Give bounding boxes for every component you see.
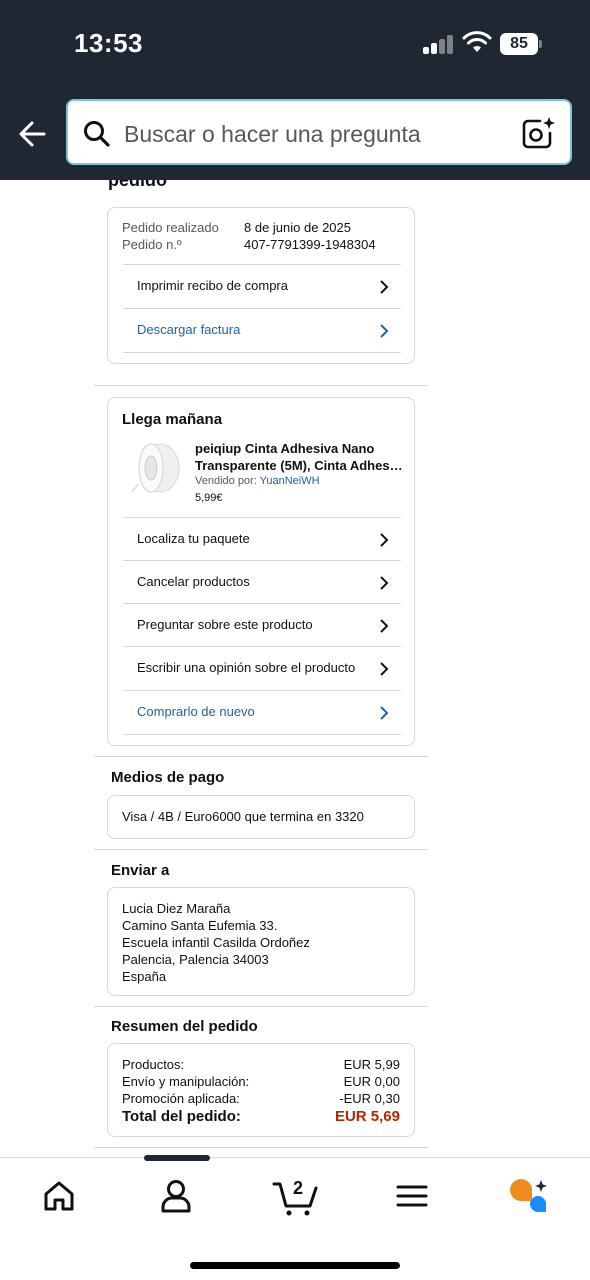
status-time: 13:53 <box>74 28 143 58</box>
chevron-right-icon <box>380 324 389 338</box>
chevron-right-icon <box>380 576 389 590</box>
card-divider <box>123 352 401 353</box>
address-name: Lucia Diez Maraña <box>122 901 231 916</box>
payment-method: Visa / 4B / Euro6000 que termina en 3320 <box>122 809 364 824</box>
summary-products-value: EUR 5,99 <box>343 1057 400 1072</box>
shipping-title: Enviar a <box>111 862 170 879</box>
summary-shipping-label: Envío y manipulación: <box>122 1074 250 1089</box>
home-icon[interactable] <box>39 1176 79 1216</box>
payment-card: Visa / 4B / Euro6000 que termina en 3320 <box>107 795 415 839</box>
cancel-items-link[interactable]: Cancelar productos <box>123 560 401 604</box>
chevron-right-icon <box>380 533 389 547</box>
section-divider <box>94 849 428 850</box>
cellular-signal-icon <box>423 34 453 54</box>
seller-info: Vendido por: YuanNeiWH <box>195 475 320 487</box>
chevron-right-icon <box>380 619 389 633</box>
cancel-items-label: Cancelar productos <box>137 574 250 589</box>
summary-promo-value: -EUR 0,30 <box>339 1091 400 1106</box>
write-review-link[interactable]: Escribir una opinión sobre el producto <box>123 646 401 690</box>
summary-total-value: EUR 5,69 <box>334 1108 400 1125</box>
track-package-label: Localiza tu paquete <box>137 531 250 546</box>
track-package-link[interactable]: Localiza tu paquete <box>123 517 401 561</box>
chevron-right-icon <box>380 662 389 676</box>
section-divider <box>94 1006 428 1007</box>
shipping-address-card: Lucia Diez Maraña Camino Santa Eufemia 3… <box>107 887 415 996</box>
chevron-right-icon <box>380 706 389 720</box>
wifi-icon <box>462 31 492 52</box>
chevron-right-icon <box>380 280 389 294</box>
order-date-value: 8 de junio de 2025 <box>244 220 351 235</box>
order-number-label: Pedido n.º <box>122 237 182 252</box>
camera-lens-icon[interactable] <box>520 115 556 151</box>
cart-count: 2 <box>293 1178 303 1198</box>
section-divider <box>94 385 428 386</box>
search-icon <box>84 121 110 147</box>
battery-indicator: 85 <box>500 33 538 55</box>
product-title[interactable]: peiqiup Cinta Adhesiva Nano Transparente… <box>195 440 403 474</box>
address-country: España <box>122 969 167 984</box>
buy-again-label: Comprarlo de nuevo <box>137 704 255 719</box>
search-input[interactable]: Buscar o hacer una pregunta <box>124 121 421 148</box>
summary-products-label: Productos: <box>122 1057 185 1072</box>
product-image[interactable] <box>130 440 186 496</box>
payment-title: Medios de pago <box>111 769 225 786</box>
summary-promo-label: Promoción aplicada: <box>122 1091 240 1106</box>
summary-promo-row: Promoción aplicada: -EUR 0,30 <box>122 1091 400 1106</box>
summary-products-row: Productos: EUR 5,99 <box>122 1057 400 1072</box>
shipment-card: Llega mañana peiqiup Cinta Adhesiva Nano… <box>107 397 415 746</box>
cart-icon[interactable]: 2 <box>272 1174 318 1218</box>
battery-tip <box>539 40 542 48</box>
order-info-card: Pedido realizado 8 de junio de 2025 Pedi… <box>107 207 415 364</box>
product-title-line1: peiqiup Cinta Adhesiva Nano <box>195 441 375 456</box>
address-city: Palencia, Palencia 34003 <box>122 952 269 967</box>
write-review-label: Escribir una opinión sobre el producto <box>137 660 356 675</box>
address-extra: Escuela infantil Casilda Ordoñez <box>122 935 310 950</box>
shipment-title: Llega mañana <box>122 411 223 428</box>
summary-title: Resumen del pedido <box>111 1018 258 1035</box>
address-street: Camino Santa Eufemia 33. <box>122 918 278 933</box>
order-number-value: 407-7791399-1948304 <box>244 237 376 252</box>
download-invoice-link[interactable]: Descargar factura <box>123 308 401 352</box>
home-indicator <box>190 1262 400 1269</box>
search-bar[interactable]: Buscar o hacer una pregunta <box>66 99 572 165</box>
summary-total-row: Total del pedido: EUR 5,69 <box>122 1108 400 1125</box>
active-tab-indicator <box>144 1155 210 1161</box>
top-bar: 13:53 85 Buscar o hacer una pregunta <box>0 0 590 180</box>
download-invoice-label: Descargar factura <box>137 322 241 337</box>
print-receipt-label: Imprimir recibo de compra <box>137 278 288 293</box>
section-divider <box>94 1147 428 1148</box>
buy-again-link[interactable]: Comprarlo de nuevo <box>123 690 401 734</box>
product-title-line2: Transparente (5M), Cinta Adhesiva Doble … <box>195 458 403 473</box>
sold-by-label: Vendido por: <box>195 475 257 487</box>
section-divider <box>94 756 428 757</box>
order-date-label: Pedido realizado <box>122 220 219 235</box>
print-receipt-link[interactable]: Imprimir recibo de compra <box>123 264 401 308</box>
summary-shipping-row: Envío y manipulación: EUR 0,00 <box>122 1074 400 1089</box>
rufus-assistant-icon[interactable] <box>506 1174 552 1216</box>
bottom-tab-bar: 2 <box>0 1155 590 1280</box>
account-icon[interactable] <box>156 1176 196 1216</box>
back-arrow-icon[interactable] <box>14 114 54 154</box>
card-divider <box>123 734 401 735</box>
address-block: Lucia Diez Maraña Camino Santa Eufemia 3… <box>122 900 310 985</box>
seller-link[interactable]: YuanNeiWH <box>260 475 320 487</box>
order-summary-card: Productos: EUR 5,99 Envío y manipulación… <box>107 1043 415 1137</box>
summary-total-label: Total del pedido: <box>122 1108 241 1125</box>
page-title: pedido <box>108 180 167 190</box>
summary-shipping-value: EUR 0,00 <box>343 1074 400 1089</box>
order-details[interactable]: pedido Pedido realizado 8 de junio de 20… <box>0 180 590 1158</box>
ask-product-question-link[interactable]: Preguntar sobre este producto <box>123 603 401 647</box>
menu-icon[interactable] <box>392 1176 432 1216</box>
product-price: 5,99€ <box>195 492 223 504</box>
ask-product-question-label: Preguntar sobre este producto <box>137 617 313 632</box>
